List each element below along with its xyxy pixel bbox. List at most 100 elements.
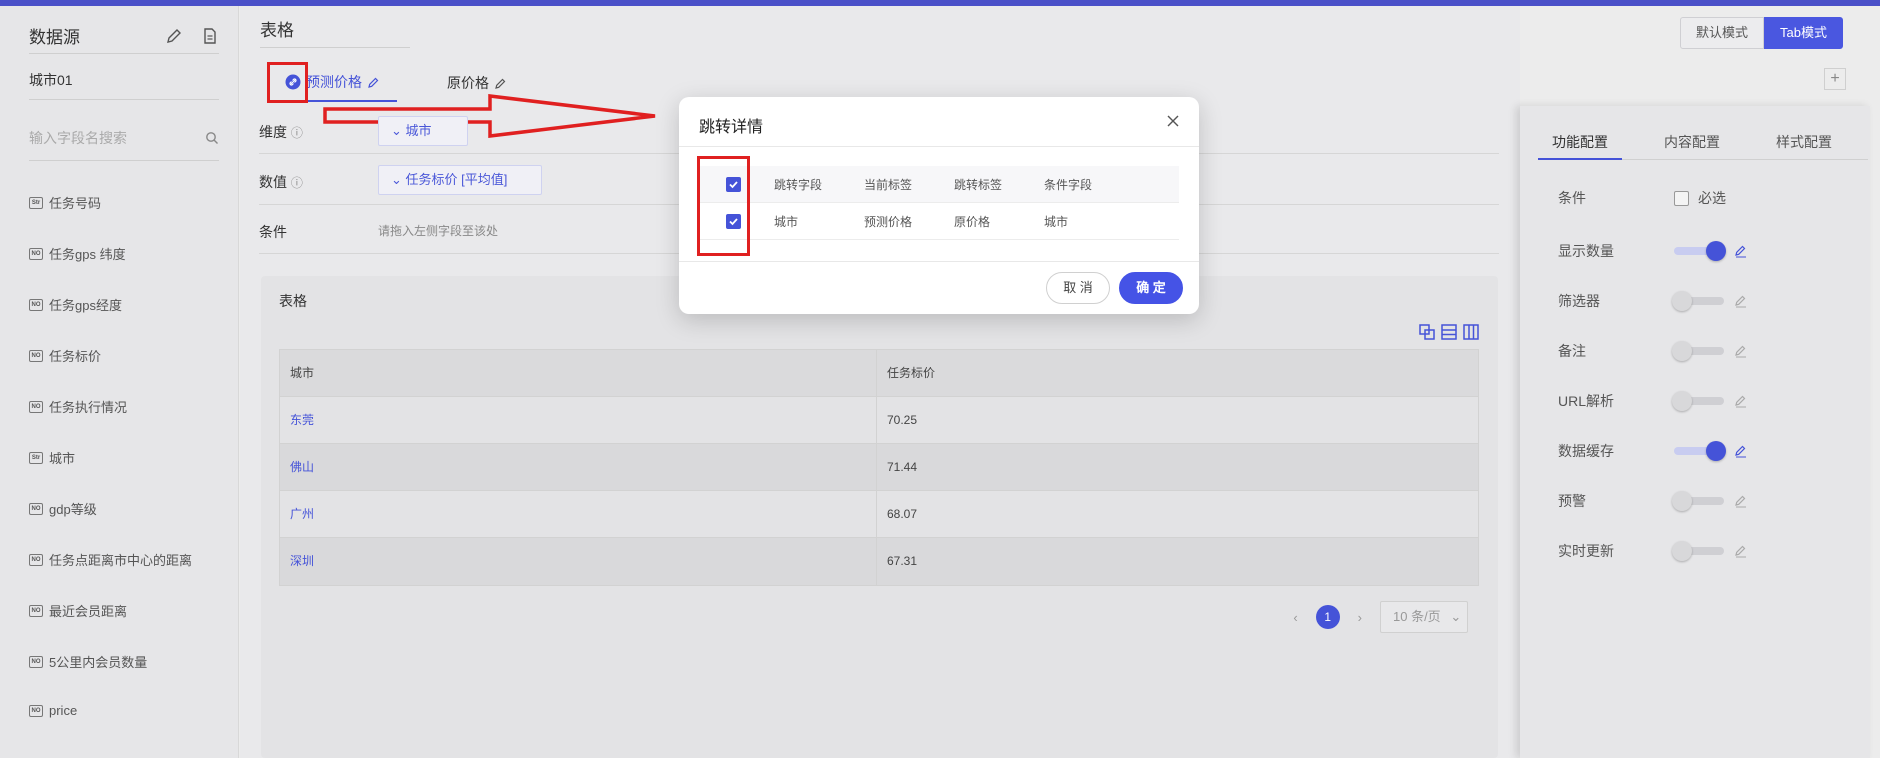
number-type-icon: NO [29,704,43,717]
table-cell: 68.07 [887,507,918,521]
field-name: 任务gps经度 [49,298,122,313]
field-item[interactable]: NO gdp等级 [29,499,97,518]
column-header[interactable]: 城市 [280,350,877,396]
field-item[interactable]: Str 任务号码 [29,193,101,212]
add-tab-button[interactable]: + [1824,68,1846,90]
confirm-button[interactable]: 确 定 [1119,272,1183,304]
tab-style-config[interactable]: 样式配置 [1762,126,1846,160]
field-name: 任务gps 纬度 [49,247,126,262]
annotation-arrow [323,94,656,138]
table-cell: 71.44 [887,460,918,474]
jump-table-header: 跳转字段 当前标签 跳转标签 条件字段 [699,166,1179,203]
field-item[interactable]: NO 任务执行情况 [29,397,127,416]
toggle-knob [1706,441,1726,461]
toggle-switch[interactable] [1672,291,1724,311]
tab-function-config[interactable]: 功能配置 [1538,126,1622,160]
table-view-icons [1418,323,1480,341]
rows-icon[interactable] [1440,323,1458,341]
dataset-name[interactable]: 城市01 [29,60,219,100]
pencil-icon[interactable] [494,77,507,90]
table-cell-link[interactable]: 深圳 [280,538,877,585]
field-search[interactable]: 输入字段名搜索 [29,116,219,161]
config-switch-label: 显示数量 [1558,243,1614,259]
table-cell-link[interactable]: 佛山 [280,444,877,490]
pencil-icon[interactable] [1734,244,1748,258]
copy-icon[interactable] [1418,323,1436,341]
page-title[interactable]: 表格 [260,18,410,48]
field-item[interactable]: NO 任务gps经度 [29,295,122,314]
pencil-icon[interactable] [367,76,380,89]
table-row: 佛山 71.44 [280,444,1478,491]
condition-dropzone[interactable]: 请拖入左侧字段至该处 [378,222,498,239]
table-row: 东莞 70.25 [280,397,1478,444]
toggle-knob [1672,391,1692,411]
number-type-icon: NO [29,502,43,515]
field-item[interactable]: NO 5公里内会员数量 [29,652,147,671]
toggle-switch[interactable] [1672,541,1724,561]
document-icon[interactable] [201,27,219,45]
field-item[interactable]: NO 任务点距离市中心的距离 [29,550,192,569]
field-item[interactable]: NO 最近会员距离 [29,601,127,620]
edit-icon[interactable] [165,27,183,45]
config-switch-label: URL解析 [1558,393,1615,409]
toggle-switch[interactable] [1674,241,1726,261]
toggle-switch[interactable] [1674,441,1726,461]
dimension-select[interactable]: ⌄ 城市 [378,116,468,146]
table-cell-link[interactable]: 东莞 [280,397,877,443]
field-name: 5公里内会员数量 [49,655,148,670]
toggle-knob [1672,341,1692,361]
highlight-box-checkboxes [697,156,750,256]
pencil-icon[interactable] [1734,544,1748,558]
field-name: gdp等级 [49,502,97,517]
pencil-icon[interactable] [1734,444,1748,458]
condition-label: 条件 [259,224,287,240]
tab-content-config[interactable]: 内容配置 [1650,126,1734,160]
pencil-icon[interactable] [1734,394,1748,408]
data-source-title: 数据源 [29,28,80,47]
columns-icon[interactable] [1462,323,1480,341]
field-name: 任务标价 [49,349,102,364]
default-mode-button[interactable]: 默认模式 [1680,17,1765,49]
field-item[interactable]: NO 任务gps 纬度 [29,244,126,263]
config-switch-row: 备注 [1558,341,1748,361]
table-row: 深圳 67.31 [280,538,1478,585]
column-header: 当前标签 [864,177,913,192]
page-number[interactable]: 1 [1315,605,1340,629]
field-name: 任务点距离市中心的距离 [49,553,193,568]
field-item[interactable]: Str 城市 [29,448,75,467]
pencil-icon[interactable] [1734,294,1748,308]
field-item[interactable]: NO 任务标价 [29,346,101,365]
divider [679,261,1199,262]
value-select[interactable]: ⌄ 任务标价 [平均值] [378,165,542,195]
page-size-select[interactable]: 10 条/页 ⌄ [1380,601,1468,633]
value-label: 数值 ⓘ [259,174,303,190]
tab-mode-button[interactable]: Tab模式 [1764,17,1843,49]
column-header[interactable]: 任务标价 [877,350,935,396]
config-switch-row: URL解析 [1558,391,1748,411]
table-cell-link[interactable]: 广州 [280,491,877,537]
prev-page-icon[interactable]: ‹ [1293,610,1297,625]
pencil-icon[interactable] [1734,494,1748,508]
toggle-switch[interactable] [1672,491,1724,511]
field-name: 城市 [49,451,76,466]
toggle-switch[interactable] [1672,341,1724,361]
field-name: price [49,703,78,718]
table-cell: 城市 [774,214,799,229]
table-cell: 原价格 [954,214,991,229]
pencil-icon[interactable] [1734,344,1748,358]
toggle-switch[interactable] [1672,391,1724,411]
string-type-icon: Str [29,451,43,464]
field-search-input[interactable]: 输入字段名搜索 [29,128,127,148]
config-switch-row: 数据缓存 [1558,441,1748,461]
cancel-button[interactable]: 取 消 [1046,272,1110,304]
field-item[interactable]: NO price [29,703,77,718]
next-page-icon[interactable]: › [1358,610,1362,625]
required-label: 必选 [1698,190,1726,206]
field-name: 任务执行情况 [49,400,128,415]
table-cell: 70.25 [887,413,918,427]
required-checkbox[interactable] [1674,190,1689,206]
search-icon[interactable] [205,131,219,145]
jump-details-dialog: 跳转详情 跳转字段 当前标签 跳转标签 条件字段 城市 预测价格 原价格 城市 … [679,97,1199,314]
close-icon[interactable] [1165,113,1181,129]
config-switch-row: 预警 [1558,491,1748,511]
